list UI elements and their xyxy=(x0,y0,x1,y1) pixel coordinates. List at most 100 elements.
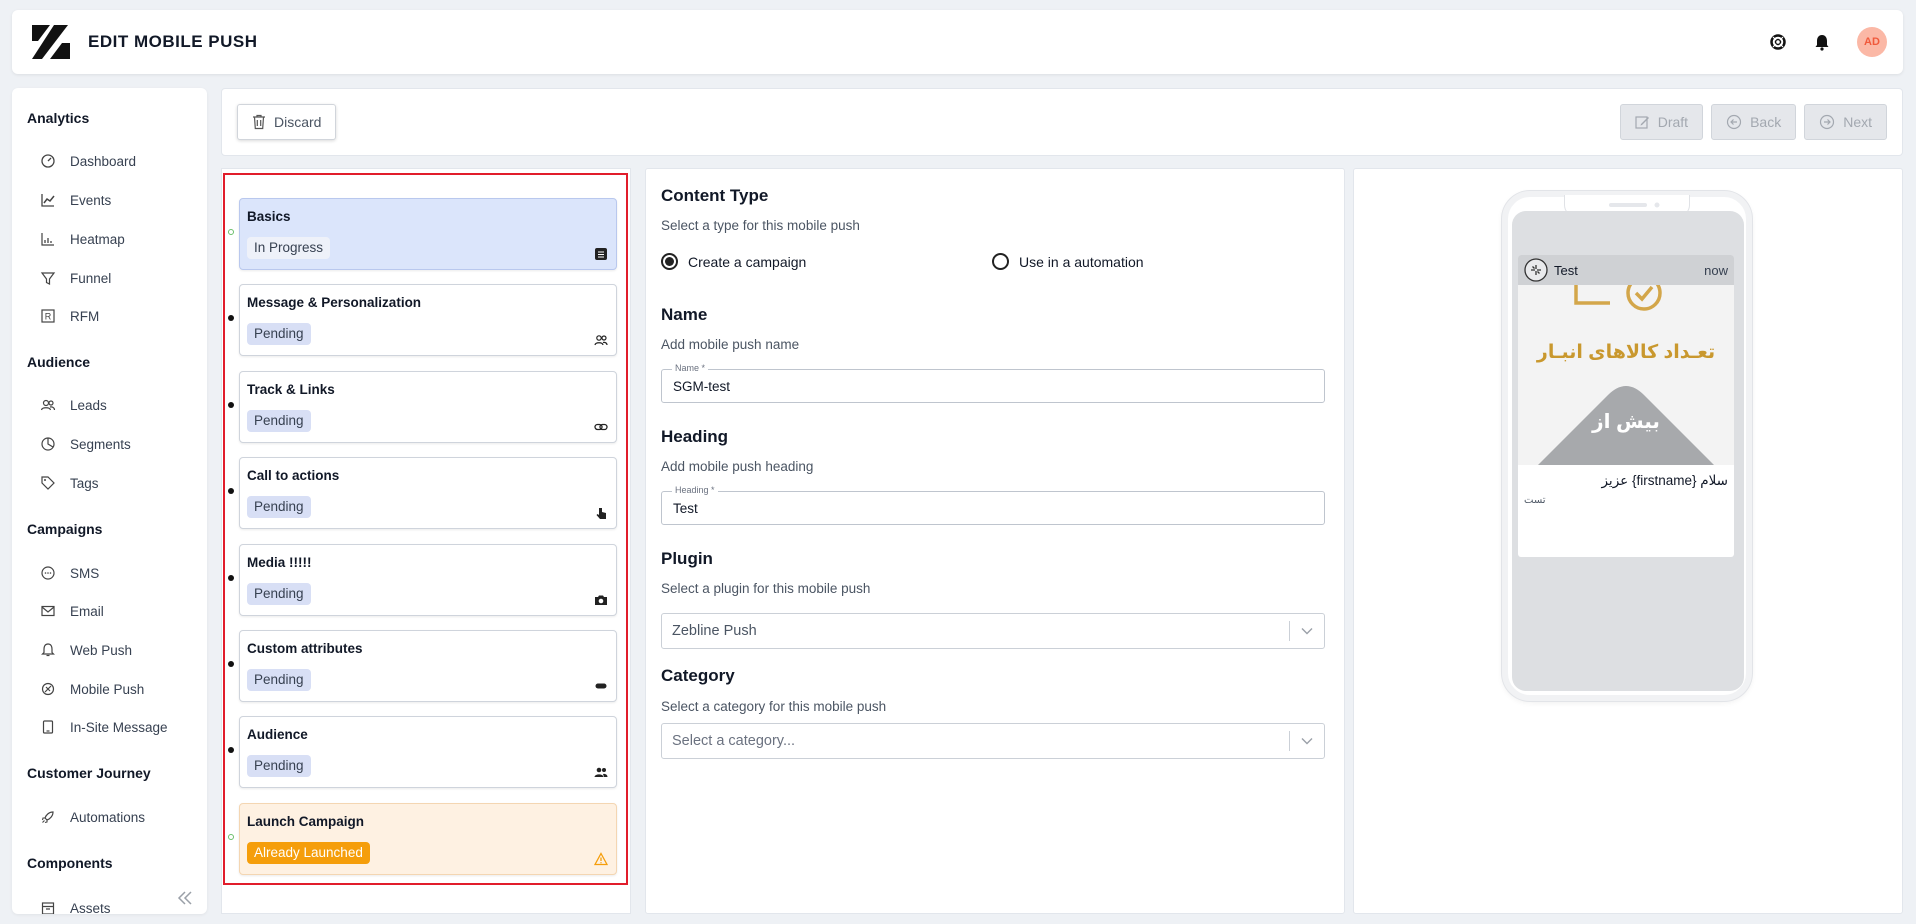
archive-icon xyxy=(41,902,55,914)
arrow-right-circle-icon xyxy=(1820,114,1835,130)
step-connector-dot xyxy=(228,834,234,840)
sidebar-section-campaigns: Campaigns xyxy=(27,521,103,537)
sidebar-item-dashboard[interactable]: Dashboard xyxy=(40,153,136,169)
rocket-icon xyxy=(41,811,54,824)
radio-unselected-icon xyxy=(992,253,1009,270)
draft-button[interactable]: Draft xyxy=(1619,104,1704,140)
discard-button[interactable]: Discard xyxy=(237,104,337,140)
page-title: EDIT MOBILE PUSH xyxy=(88,32,258,51)
sidebar-item-label: Segments xyxy=(70,436,131,452)
step-connector-dot xyxy=(228,488,234,494)
sidebar-item-label: Events xyxy=(70,192,112,208)
user-avatar[interactable]: AD xyxy=(1857,27,1887,57)
line-chart-icon xyxy=(41,194,55,207)
next-label: Next xyxy=(1843,114,1872,130)
sidebar-item-assets[interactable]: Assets xyxy=(40,900,111,914)
sidebar-item-funnel[interactable]: Funnel xyxy=(40,270,111,286)
group-icon xyxy=(594,767,608,777)
plugin-select[interactable]: Zebline Push xyxy=(661,613,1325,649)
step-call-to-actions[interactable]: Call to actions Pending xyxy=(228,457,617,529)
list-icon xyxy=(595,248,607,260)
step-basics[interactable]: Basics In Progress xyxy=(228,198,617,270)
sidebar-item-web-push[interactable]: Web Push xyxy=(40,642,132,658)
step-launch-campaign[interactable]: Launch Campaign Already Launched xyxy=(228,803,617,875)
sidebar-item-in-site-message[interactable]: In-Site Message xyxy=(40,719,168,735)
step-audience[interactable]: Audience Pending xyxy=(228,716,617,788)
step-media[interactable]: Media !!!!! Pending xyxy=(228,544,617,616)
camera-icon xyxy=(595,595,607,605)
notification-header: Test now xyxy=(1518,255,1734,285)
sidebar-section-analytics: Analytics xyxy=(27,110,90,126)
step-title: Custom attributes xyxy=(247,641,363,656)
name-field-label: Name * xyxy=(672,363,709,373)
status-badge: Pending xyxy=(247,410,311,432)
sidebar-item-heatmap[interactable]: Heatmap xyxy=(40,231,125,247)
sidebar-item-leads[interactable]: Leads xyxy=(40,397,107,413)
step-track-links[interactable]: Track & Links Pending xyxy=(228,371,617,443)
heading-input[interactable] xyxy=(662,492,1324,524)
category-select[interactable]: Select a category... xyxy=(661,723,1325,759)
step-title: Launch Campaign xyxy=(247,814,365,829)
sidebar-item-label: Heatmap xyxy=(70,231,125,247)
sidebar-item-sms[interactable]: SMS xyxy=(40,565,99,581)
sidebar: Analytics Dashboard Events Heatmap Funne… xyxy=(12,88,207,914)
notification-app-name: Test xyxy=(1554,262,1578,278)
pie-chart-icon xyxy=(41,437,55,451)
heading-title: Heading xyxy=(661,427,729,446)
next-button[interactable]: Next xyxy=(1804,104,1887,140)
radio-label: Create a campaign xyxy=(688,253,807,270)
notification-body: تست xyxy=(1524,495,1546,506)
step-custom-attributes[interactable]: Custom attributes Pending xyxy=(228,630,617,702)
name-input[interactable] xyxy=(662,370,1324,402)
plugin-selected-value: Zebline Push xyxy=(672,623,757,639)
radio-create-campaign[interactable]: Create a campaign xyxy=(661,253,806,270)
back-button[interactable]: Back xyxy=(1711,104,1797,140)
content-type-title: Content Type xyxy=(661,186,769,205)
heading-field[interactable]: Heading * xyxy=(661,485,1325,525)
plugin-title: Plugin xyxy=(661,549,713,568)
radio-use-in-automation[interactable]: Use in a automation xyxy=(992,253,1144,270)
edit-icon xyxy=(1635,115,1649,129)
preview-panel: Test now تعـداد کالاهای انبـار بیش از سل… xyxy=(1353,168,1903,914)
app-header: EDIT MOBILE PUSH AD xyxy=(12,10,1903,74)
sidebar-item-label: Leads xyxy=(70,397,107,413)
funnel-icon xyxy=(40,272,56,285)
radio-label: Use in a automation xyxy=(1019,253,1144,270)
category-title: Category xyxy=(661,666,735,685)
sidebar-item-tags[interactable]: Tags xyxy=(40,475,99,491)
chevron-down-icon[interactable] xyxy=(1290,737,1324,745)
sidebar-item-automations[interactable]: Automations xyxy=(40,809,145,825)
sidebar-section-components: Components xyxy=(27,855,113,871)
help-icon[interactable] xyxy=(1769,33,1787,51)
steps-highlight-frame: Basics In Progress Message & Personaliza… xyxy=(223,173,628,885)
steps-panel: Basics In Progress Message & Personaliza… xyxy=(221,168,631,914)
draft-label: Draft xyxy=(1657,114,1689,130)
chat-icon xyxy=(41,566,55,580)
step-message-personalization[interactable]: Message & Personalization Pending xyxy=(228,284,617,356)
form-panel: Content Type Select a type for this mobi… xyxy=(645,168,1345,914)
sidebar-item-mobile-push[interactable]: Mobile Push xyxy=(40,681,144,697)
sidebar-item-email[interactable]: Email xyxy=(40,603,104,619)
sidebar-item-rfm[interactable]: R RFM xyxy=(40,308,99,324)
arrow-left-circle-icon xyxy=(1726,114,1742,130)
push-notification-preview: Test now تعـداد کالاهای انبـار بیش از سل… xyxy=(1518,255,1734,557)
sidebar-item-segments[interactable]: Segments xyxy=(40,436,131,452)
heading-field-label: Heading * xyxy=(672,485,718,495)
gauge-icon xyxy=(41,154,55,168)
sidebar-item-label: Funnel xyxy=(70,270,112,286)
action-toolbar: Discard Draft Back Next xyxy=(221,88,1903,156)
brand-logo xyxy=(32,25,70,59)
sidebar-item-events[interactable]: Events xyxy=(40,192,111,208)
name-field[interactable]: Name * xyxy=(661,363,1325,403)
category-subtitle: Select a category for this mobile push xyxy=(661,699,887,714)
status-badge: Pending xyxy=(247,583,311,605)
pointer-icon xyxy=(596,508,606,519)
bell-icon[interactable] xyxy=(1813,33,1831,51)
tablet-icon xyxy=(42,720,54,734)
collapse-sidebar-icon[interactable] xyxy=(175,888,195,908)
discard-label: Discard xyxy=(274,114,322,130)
chevron-down-icon[interactable] xyxy=(1290,627,1324,635)
status-badge: Pending xyxy=(247,496,311,518)
step-title: Media !!!!! xyxy=(247,555,312,570)
trash-icon xyxy=(253,114,265,130)
